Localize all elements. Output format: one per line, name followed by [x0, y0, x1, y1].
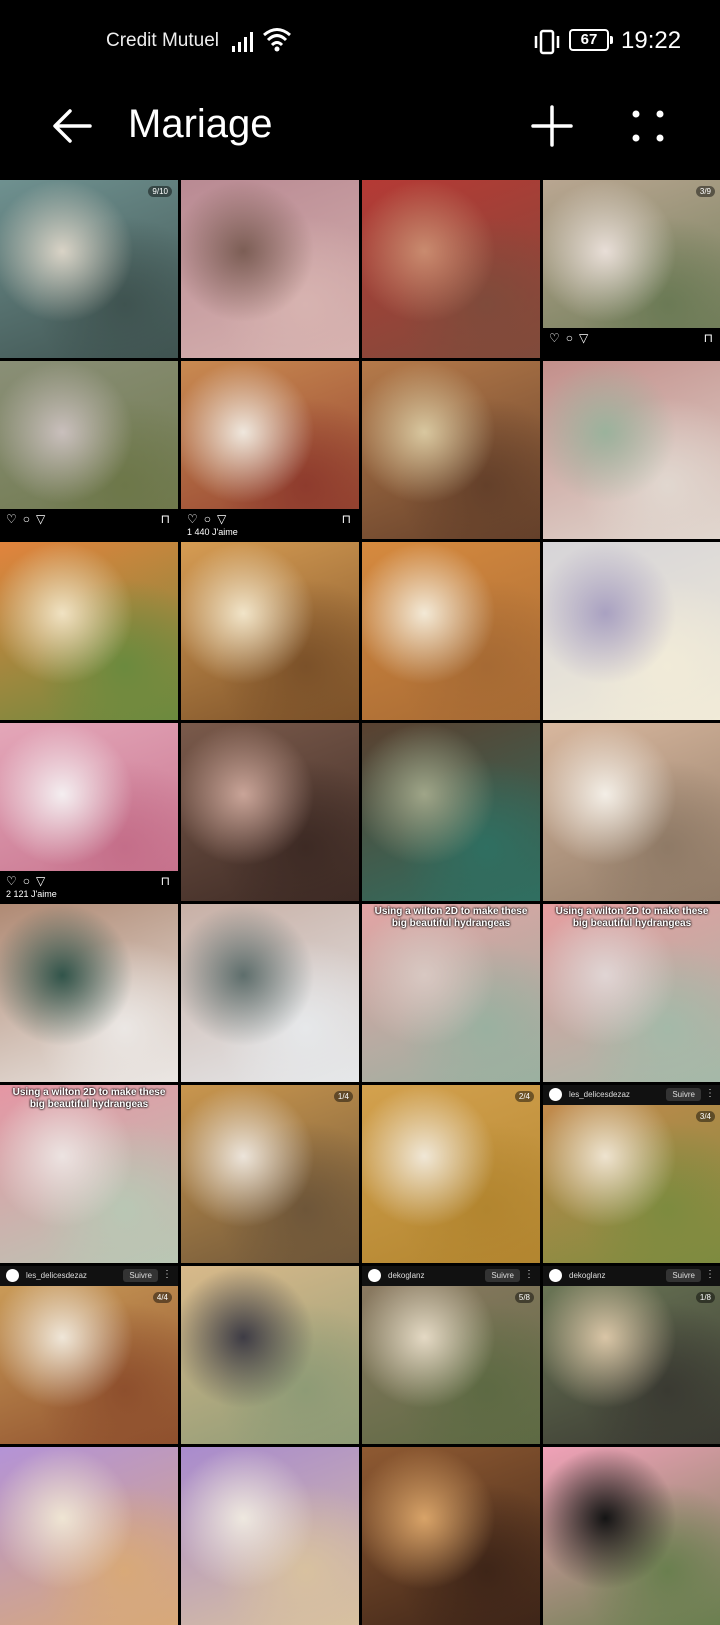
pin-tile[interactable]: ♡○▽ ⊓ 2 121 J'aime [0, 723, 178, 901]
pin-tile[interactable]: dekoglanz Suivre ⋮ 1/8 [543, 1266, 720, 1444]
pin-tile[interactable] [181, 180, 359, 358]
pin-tile[interactable] [362, 542, 540, 720]
pin-tile[interactable] [543, 723, 720, 901]
username: les_delicesdezaz [26, 1271, 87, 1280]
avatar [368, 1269, 381, 1282]
pin-tile[interactable] [0, 542, 178, 720]
pin-tile[interactable] [362, 361, 540, 539]
pin-tile[interactable] [543, 1447, 720, 1625]
bookmark-icon: ⊓ [341, 512, 351, 526]
username: dekoglanz [569, 1271, 606, 1280]
battery-indicator: 67 [569, 29, 613, 51]
back-button[interactable] [44, 98, 100, 154]
pin-tile[interactable]: les_delicesdezaz Suivre ⋮ 3/4 [543, 1085, 720, 1263]
image-caption: Using a wilton 2D to make these big beau… [555, 906, 709, 929]
carousel-counter: 3/9 [695, 186, 715, 197]
more-options-button[interactable] [622, 98, 674, 154]
pin-tile[interactable] [543, 542, 720, 720]
wifi-icon [263, 28, 291, 52]
pin-tile[interactable] [362, 180, 540, 358]
more-vertical-icon: ⋮ [705, 1088, 715, 1099]
post-action-bar: ♡○▽ ⊓ [543, 328, 720, 358]
post-action-bar: ♡○▽ ⊓ [0, 509, 178, 539]
pin-tile[interactable]: Using a wilton 2D to make these big beau… [362, 904, 540, 1082]
carousel-counter: 3/4 [695, 1111, 715, 1122]
carousel-counter: 1/4 [333, 1091, 353, 1102]
app-bar: Mariage [0, 84, 720, 180]
image-caption: Using a wilton 2D to make these big beau… [374, 906, 528, 929]
post-header: les_delicesdezaz Suivre ⋮ [543, 1085, 720, 1105]
username: dekoglanz [388, 1271, 425, 1280]
pin-tile[interactable]: 1/4 [181, 1085, 359, 1263]
post-action-bar: ♡○▽ ⊓ 1 440 J'aime [181, 509, 359, 539]
signal-icon [232, 30, 256, 52]
image-caption: Using a wilton 2D to make these big beau… [12, 1087, 166, 1110]
post-action-bar: ♡○▽ ⊓ 2 121 J'aime [0, 871, 178, 901]
pin-tile[interactable] [181, 904, 359, 1082]
post-header: dekoglanz Suivre ⋮ [362, 1266, 540, 1286]
follow-button: Suivre [485, 1269, 520, 1282]
pin-tile[interactable]: Using a wilton 2D to make these big beau… [0, 1085, 178, 1263]
bookmark-icon: ⊓ [703, 331, 713, 345]
bookmark-icon: ⊓ [160, 874, 170, 888]
pin-tile[interactable] [362, 723, 540, 901]
carousel-counter: 9/10 [148, 186, 172, 197]
follow-button: Suivre [123, 1269, 158, 1282]
pin-tile[interactable]: 2/4 [362, 1085, 540, 1263]
like-comment-share-icons: ♡○▽ [187, 512, 233, 526]
pin-tile[interactable]: les_delicesdezaz Suivre ⋮ 4/4 [0, 1266, 178, 1444]
post-header: les_delicesdezaz Suivre ⋮ [0, 1266, 178, 1286]
pin-tile[interactable]: ♡○▽ ⊓ 1 440 J'aime [181, 361, 359, 539]
like-comment-share-icons: ♡○▽ [6, 512, 52, 526]
like-comment-share-icons: ♡○▽ [549, 331, 595, 345]
carousel-counter: 1/8 [695, 1292, 715, 1303]
pin-tile[interactable] [181, 723, 359, 901]
avatar [549, 1088, 562, 1101]
status-bar: Credit Mutuel 67 19:22 [0, 0, 720, 84]
more-vertical-icon: ⋮ [162, 1269, 172, 1280]
carousel-counter: 5/8 [514, 1292, 534, 1303]
carousel-counter: 4/4 [152, 1292, 172, 1303]
follow-button: Suivre [666, 1269, 701, 1282]
arrow-left-icon [53, 109, 92, 143]
pin-tile[interactable]: ♡○▽ ⊓ [0, 361, 178, 539]
username: les_delicesdezaz [569, 1090, 630, 1099]
pin-tile[interactable] [0, 904, 178, 1082]
pin-tile[interactable]: dekoglanz Suivre ⋮ 5/8 [362, 1266, 540, 1444]
avatar [6, 1269, 19, 1282]
clock: 19:22 [621, 27, 682, 54]
avatar [549, 1269, 562, 1282]
more-grid-icon [632, 110, 664, 142]
follow-button: Suivre [666, 1088, 701, 1101]
pin-tile[interactable] [181, 1266, 359, 1444]
pin-tile[interactable] [543, 361, 720, 539]
post-header: dekoglanz Suivre ⋮ [543, 1266, 720, 1286]
pin-tile[interactable] [362, 1447, 540, 1625]
pin-tile[interactable] [181, 1447, 359, 1625]
page-title: Mariage [128, 102, 273, 146]
pin-tile[interactable]: Using a wilton 2D to make these big beau… [543, 904, 720, 1082]
add-button[interactable] [524, 98, 580, 154]
plus-icon [531, 105, 573, 147]
likes-count: 1 440 J'aime [187, 527, 238, 537]
pin-tile[interactable] [0, 1447, 178, 1625]
likes-count: 2 121 J'aime [6, 889, 57, 899]
pin-tile[interactable]: 3/9 ♡○▽ ⊓ [543, 180, 720, 358]
more-vertical-icon: ⋮ [705, 1269, 715, 1280]
pin-grid: 9/10 3/9 ♡○▽ ⊓ ♡○▽ ⊓ ♡○▽ ⊓ 1 440 J'aime ♡○▽ ⊓ 2 121… [0, 180, 720, 1625]
pin-tile[interactable] [181, 542, 359, 720]
carousel-counter: 2/4 [514, 1091, 534, 1102]
more-vertical-icon: ⋮ [524, 1269, 534, 1280]
vibrate-icon [534, 29, 560, 55]
bookmark-icon: ⊓ [160, 512, 170, 526]
like-comment-share-icons: ♡○▽ [6, 874, 52, 888]
pin-tile[interactable]: 9/10 [0, 180, 178, 358]
carrier-name: Credit Mutuel [106, 30, 219, 51]
